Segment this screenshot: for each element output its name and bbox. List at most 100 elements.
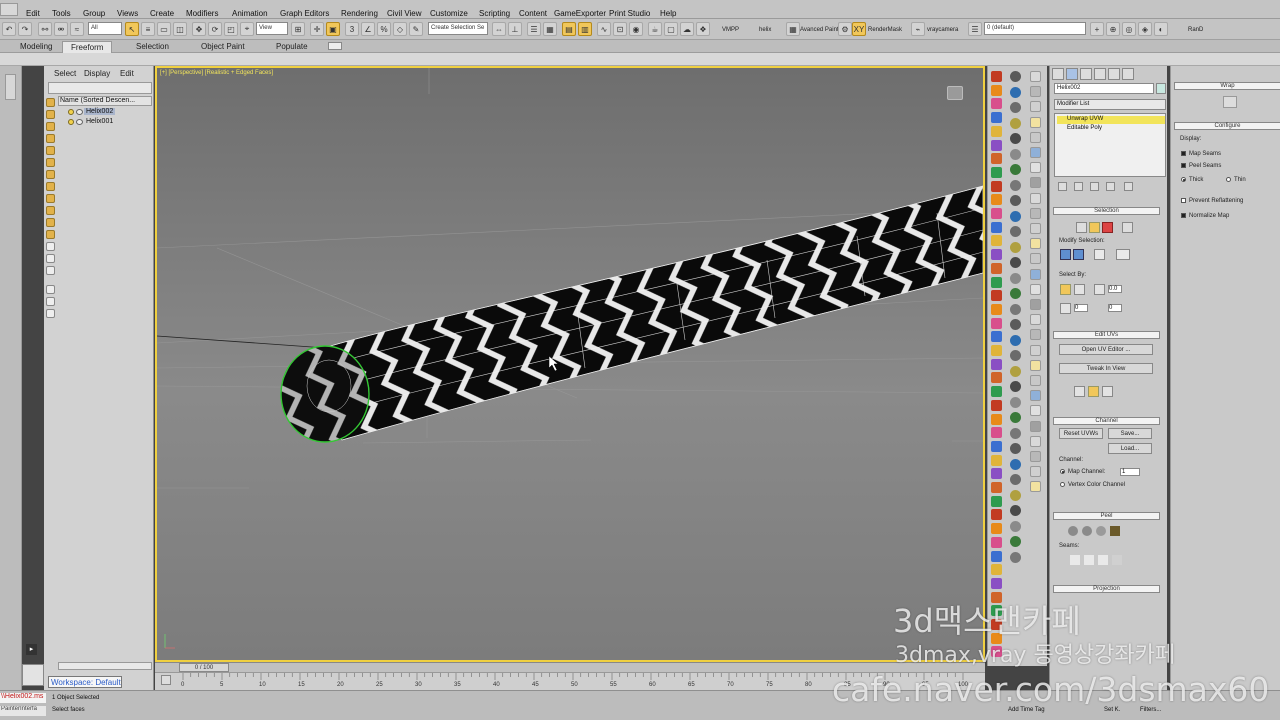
- edge-sel-to-seams-icon[interactable]: [1070, 555, 1080, 565]
- play-icon[interactable]: ▸: [26, 644, 37, 655]
- custom-tool-icon[interactable]: [991, 345, 1002, 356]
- filter-groups-icon[interactable]: [46, 170, 55, 179]
- menu-edit[interactable]: Edit: [26, 9, 40, 18]
- camera-icon[interactable]: ⌁: [911, 22, 925, 36]
- mirror-icon[interactable]: ⇔: [492, 22, 506, 36]
- advanced-paint-icon[interactable]: ▦: [786, 22, 800, 36]
- custom-tool-icon[interactable]: [991, 303, 1002, 315]
- quick-planar-align-icon[interactable]: [1088, 386, 1099, 397]
- custom-tool-icon[interactable]: [991, 440, 1002, 452]
- render-mask-button[interactable]: RenderMask: [868, 27, 902, 33]
- selection-filter-dropdown[interactable]: All: [88, 22, 122, 35]
- tab-object-paint[interactable]: Object Paint: [193, 41, 253, 53]
- layer-hide-icon[interactable]: ◐: [1154, 22, 1168, 36]
- vraycamera-button[interactable]: vraycamera: [927, 27, 958, 33]
- reference-coordinate-dropdown[interactable]: View: [256, 22, 288, 35]
- configure-modifier-sets-icon[interactable]: [1124, 182, 1133, 191]
- custom-tool-icon[interactable]: [991, 317, 1002, 329]
- filter-bones-icon[interactable]: [46, 194, 55, 203]
- custom-script-icon[interactable]: [1010, 102, 1021, 113]
- custom-tool-icon[interactable]: [991, 358, 1002, 370]
- custom-script-icon[interactable]: [1010, 257, 1021, 268]
- spline-mapping-icon[interactable]: [1195, 96, 1209, 108]
- quick-planar-map-icon[interactable]: [1074, 386, 1085, 397]
- custom-tool-icon[interactable]: [991, 482, 1002, 493]
- open-uv-editor-button[interactable]: Open UV Editor ...: [1059, 344, 1153, 355]
- custom-tool-icon[interactable]: [991, 564, 1002, 576]
- custom-tool-icon[interactable]: [991, 577, 1002, 589]
- filter-lights-icon[interactable]: [46, 122, 55, 131]
- ring-selection-icon[interactable]: [1116, 249, 1130, 260]
- menu-civil-view[interactable]: Civil View: [387, 9, 422, 18]
- menu-tools[interactable]: Tools: [52, 9, 71, 18]
- filter-influences-icon[interactable]: [46, 309, 55, 318]
- stack-item-unwrap-uvw[interactable]: Unwrap UVW: [1057, 116, 1165, 124]
- rect-selection-icon[interactable]: ▭: [157, 22, 171, 36]
- filter-helpers-icon[interactable]: [46, 146, 55, 155]
- tab-freeform[interactable]: Freeform: [62, 41, 113, 53]
- explorer-search-input[interactable]: [48, 82, 152, 94]
- map-channel-radio[interactable]: [1060, 469, 1065, 474]
- custom-tool-icon[interactable]: [991, 221, 1002, 233]
- custom-script-icon[interactable]: [1010, 520, 1021, 532]
- xy-script-icon[interactable]: XY: [852, 22, 866, 36]
- filter-cameras-icon[interactable]: [46, 134, 55, 143]
- explorer-row-helix002[interactable]: Helix002: [58, 108, 152, 117]
- custom-utility-icon[interactable]: [1030, 451, 1041, 462]
- select-by-smoothing-icon[interactable]: [1060, 303, 1071, 314]
- custom-script-icon[interactable]: [1010, 443, 1021, 454]
- custom-tool-icon[interactable]: [991, 71, 1002, 82]
- load-uvw-button[interactable]: Load...: [1108, 443, 1152, 454]
- custom-utility-icon[interactable]: [1030, 192, 1041, 204]
- custom-tool-icon[interactable]: [991, 153, 1002, 165]
- custom-script-icon[interactable]: [1010, 489, 1021, 501]
- custom-script-icon[interactable]: [1010, 226, 1021, 237]
- custom-tool-icon[interactable]: [991, 399, 1002, 411]
- render-production-icon[interactable]: ☁: [680, 22, 694, 36]
- object-color-swatch[interactable]: [1156, 83, 1166, 94]
- custom-script-icon[interactable]: [1010, 551, 1021, 563]
- edge-select-icon[interactable]: [1089, 222, 1100, 233]
- advanced-paint-button[interactable]: Avanced Paint: [800, 27, 839, 33]
- bind-spacewarp-icon[interactable]: ≈: [70, 22, 84, 36]
- explorer-column-header[interactable]: Name (Sorted Descen...: [58, 96, 152, 106]
- vertex-select-icon[interactable]: [1076, 222, 1087, 233]
- custom-utility-icon[interactable]: [1030, 71, 1041, 82]
- explorer-tab-display[interactable]: Display: [84, 69, 110, 78]
- unlink-icon[interactable]: ⚮: [54, 22, 68, 36]
- vmpp-button[interactable]: VMPP: [722, 27, 739, 33]
- quick-map-gizmo-icon[interactable]: [1102, 386, 1113, 397]
- custom-script-icon[interactable]: [1010, 133, 1021, 144]
- grow-selection-icon[interactable]: [1060, 249, 1071, 260]
- utilities-tab-icon[interactable]: [1122, 68, 1134, 80]
- custom-script-icon[interactable]: [1010, 241, 1021, 253]
- peel-mode-icon[interactable]: [1082, 526, 1092, 536]
- graphite-toolbar-icon[interactable]: ▦: [543, 22, 557, 36]
- filter-shapes-icon[interactable]: [46, 110, 55, 119]
- menu-animation[interactable]: Animation: [232, 9, 268, 18]
- thin-radio[interactable]: [1226, 177, 1231, 182]
- custom-script-icon[interactable]: [1010, 365, 1021, 377]
- layer-dropdown[interactable]: 0 (default): [984, 22, 1086, 35]
- custom-script-icon[interactable]: [1010, 458, 1021, 470]
- ribbon-toggle-icon[interactable]: ▥: [578, 22, 592, 36]
- rotate-icon[interactable]: ⟳: [208, 22, 222, 36]
- viewcube-icon[interactable]: [947, 86, 963, 100]
- display-tab-icon[interactable]: [1108, 68, 1120, 80]
- custom-utility-icon[interactable]: [1030, 390, 1041, 402]
- filter-hidden-icon[interactable]: [46, 230, 55, 239]
- rollout-projection-header[interactable]: Projection: [1053, 585, 1160, 593]
- app-logo-icon[interactable]: [0, 3, 18, 16]
- filter-spacewarps-icon[interactable]: [46, 158, 55, 167]
- custom-utility-icon[interactable]: [1030, 466, 1041, 478]
- custom-utility-icon[interactable]: [1030, 283, 1041, 295]
- custom-tool-icon[interactable]: [991, 495, 1002, 507]
- tab-selection[interactable]: Selection: [128, 41, 177, 53]
- custom-tool-icon[interactable]: [991, 290, 1002, 302]
- element-select-icon[interactable]: [1122, 222, 1133, 233]
- filter-none-icon[interactable]: [46, 254, 55, 263]
- custom-utility-icon[interactable]: [1030, 481, 1041, 493]
- maxscript-listener-icon[interactable]: [22, 664, 44, 686]
- rand-button[interactable]: RanD: [1188, 27, 1203, 33]
- menu-rendering[interactable]: Rendering: [341, 9, 378, 18]
